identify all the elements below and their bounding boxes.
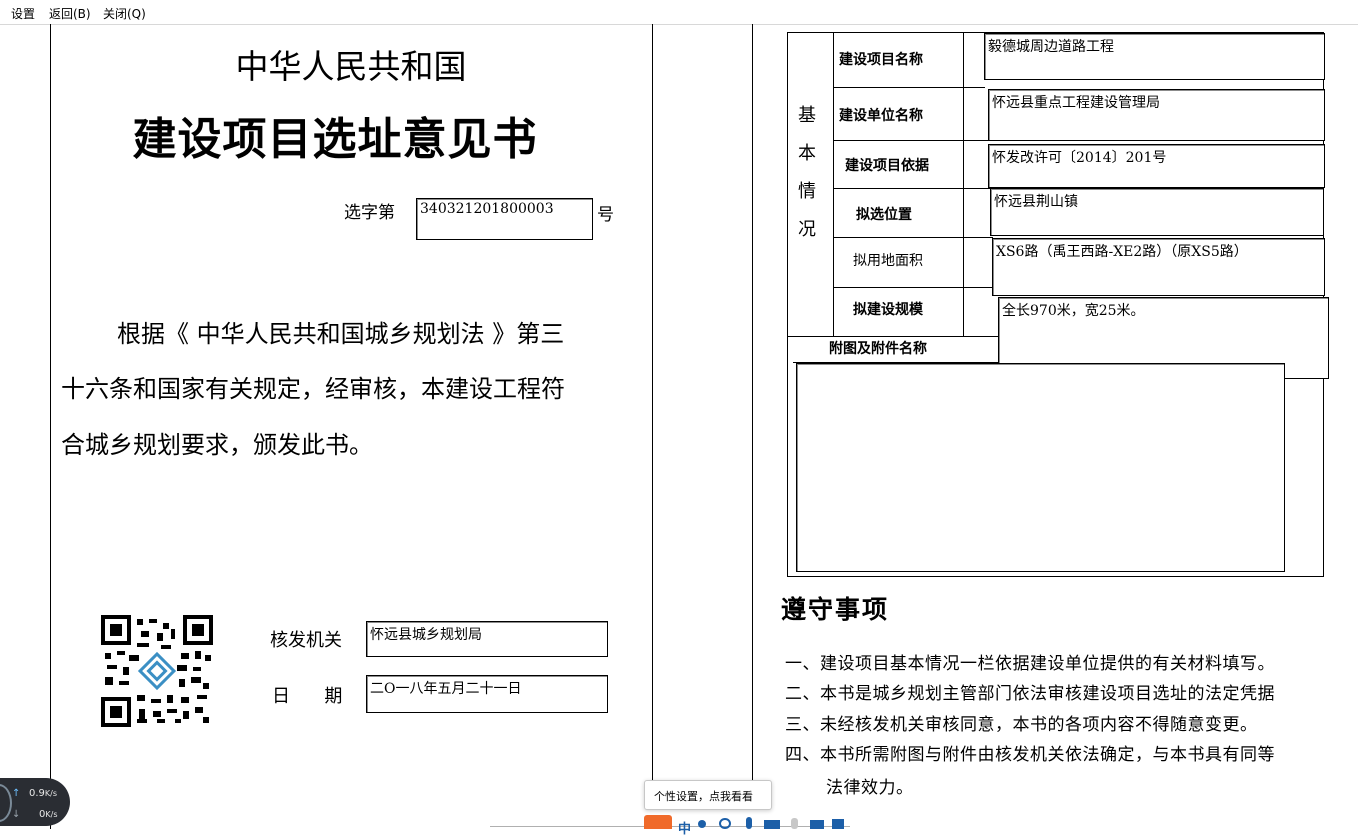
section-char-3: 情: [798, 181, 816, 202]
attachments-field[interactable]: [796, 363, 1285, 572]
table-left-border: [787, 32, 788, 577]
row-2-label: 建设单位名称: [839, 108, 923, 124]
section-bottom-line: [787, 336, 999, 337]
shirt-icon[interactable]: [810, 820, 824, 829]
menu-bar: 设置 返回(B) 关闭(Q): [0, 0, 1358, 25]
speed-ring: [0, 784, 12, 822]
row-3-bottom-line: [833, 188, 993, 189]
upload-speed: 0.9K/s: [29, 788, 58, 799]
center-divider-left: [652, 24, 653, 789]
table-bottom-border: [787, 576, 1324, 577]
row-2-bottom-line: [833, 140, 993, 141]
up-arrow-icon: ↑: [12, 788, 21, 799]
notice-item-3: 三、未经核发机关审核同意，本书的各项内容不得随意变更。: [785, 715, 1258, 735]
row-2-field[interactable]: 怀远县重点工程建设管理局: [988, 89, 1325, 141]
row-4-divider: [963, 188, 964, 237]
issuer-label: 核发机关: [270, 630, 342, 651]
notice-item-1: 一、建设项目基本情况一栏依据建设单位提供的有关材料填写。: [785, 654, 1275, 674]
tooltip-text: 个性设置，点我看看: [654, 790, 753, 803]
row-1-label: 建设项目名称: [839, 52, 923, 68]
row-2-divider: [963, 87, 964, 140]
country-name: 中华人民共和国: [235, 47, 467, 86]
microphone-icon[interactable]: [746, 817, 752, 829]
row-6-label: 拟建设规模: [853, 302, 923, 318]
center-divider-right: [752, 24, 753, 789]
download-speed: 0K/s: [39, 809, 58, 820]
moon-icon[interactable]: [698, 820, 706, 828]
row-1-top-line: [833, 32, 963, 33]
menu-close[interactable]: 关闭(Q): [103, 5, 146, 22]
section-column-divider: [833, 32, 834, 337]
smiley-icon[interactable]: [719, 818, 731, 829]
net-speed-widget[interactable]: ↑ 0.9K/s ↓ 0K/s: [0, 778, 70, 826]
notice-item-5: 法律效力。: [826, 778, 914, 798]
body-line-2: 十六条和国家有关规定，经审核，本建设工程符: [61, 375, 565, 403]
section-char-4: 况: [798, 219, 816, 240]
qr-code: [101, 615, 213, 727]
row-3-label: 建设项目依据: [845, 158, 929, 174]
row-4-bottom-line: [833, 237, 993, 238]
section-char-1: 基: [798, 105, 816, 126]
row-5-label: 拟用地面积: [853, 253, 923, 269]
certificate-title: 建设项目选址意见书: [132, 114, 538, 165]
ime-mode[interactable]: 中: [678, 818, 691, 837]
row-5-field[interactable]: XS6路（禹王西路-XE2路）（原XS5路）: [992, 238, 1325, 296]
keyboard-icon[interactable]: [764, 820, 780, 829]
grid-icon[interactable]: [832, 819, 844, 829]
notice-item-2: 二、本书是城乡规划主管部门依法审核建设项目选址的法定凭据: [785, 684, 1275, 704]
certificate-number-field[interactable]: 340321201800003: [416, 198, 593, 240]
row-6-divider: [963, 287, 964, 337]
row-5-bottom-line: [833, 287, 993, 288]
notice-title: 遵守事项: [781, 595, 890, 624]
menu-settings[interactable]: 设置: [11, 5, 35, 22]
down-arrow-icon: ↓: [12, 809, 21, 820]
person-icon[interactable]: [791, 818, 798, 829]
number-suffix: 号: [597, 205, 614, 225]
body-line-3: 合城乡规划要求，颁发此书。: [61, 431, 373, 459]
row-1-field[interactable]: 毅德城周边道路工程: [984, 33, 1325, 80]
ime-tooltip[interactable]: 个性设置，点我看看: [644, 780, 772, 810]
row-3-divider: [963, 140, 964, 188]
date-label: 日 期: [272, 686, 343, 707]
row-4-field[interactable]: 怀远县荆山镇: [990, 188, 1324, 236]
row-1-divider: [963, 32, 964, 87]
issuer-field[interactable]: 怀远县城乡规划局: [366, 621, 608, 657]
row-5-divider: [963, 237, 964, 287]
ime-logo-icon[interactable]: [644, 815, 672, 829]
row-4-label: 拟选位置: [856, 207, 912, 223]
row-3-field[interactable]: 怀发改许可〔2014〕201号: [988, 144, 1325, 188]
section-char-2: 本: [798, 143, 816, 164]
number-prefix: 选字第: [344, 203, 395, 223]
date-field[interactable]: 二O一八年五月二十一日: [366, 675, 608, 713]
attachments-label: 附图及附件名称: [829, 341, 927, 357]
notice-item-4: 四、本书所需附图与附件由核发机关依法确定，与本书具有同等: [785, 745, 1275, 765]
menu-back[interactable]: 返回(B): [49, 5, 91, 22]
body-line-1: 根据《 中华人民共和国城乡规划法 》第三: [117, 320, 565, 348]
